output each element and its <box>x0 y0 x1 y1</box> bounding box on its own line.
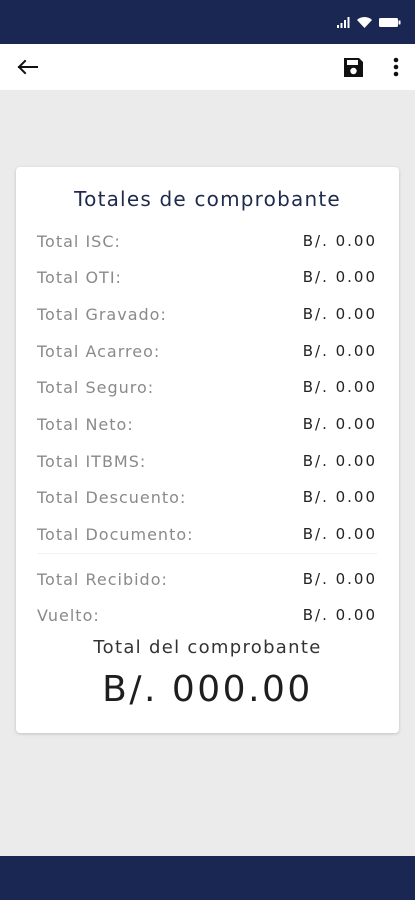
row-total-documento: Total Documento: B/. 0.00 <box>37 523 377 545</box>
row-total-gravado: Total Gravado: B/. 0.00 <box>37 303 377 325</box>
app-bar <box>0 44 415 90</box>
navigation-bar <box>0 856 415 900</box>
row-label: Total ITBMS: <box>37 451 147 471</box>
totals-card: Totales de comprobante Total ISC: B/. 0.… <box>16 167 399 733</box>
status-bar <box>0 0 415 44</box>
row-total-itbms: Total ITBMS: B/. 0.00 <box>37 450 377 472</box>
row-label: Total Neto: <box>37 414 134 434</box>
row-value: B/. 0.00 <box>302 342 377 360</box>
battery-icon <box>379 13 401 32</box>
card-title: Totales de comprobante <box>74 187 341 211</box>
row-value: B/. 0.00 <box>302 415 377 433</box>
status-icons <box>337 14 401 30</box>
row-label: Total OTI: <box>37 267 122 287</box>
row-total-acarreo: Total Acarreo: B/. 0.00 <box>37 340 377 362</box>
row-value: B/. 0.00 <box>302 525 377 543</box>
row-label: Total Descuento: <box>37 487 187 507</box>
row-total-neto: Total Neto: B/. 0.00 <box>37 413 377 435</box>
row-total-isc: Total ISC: B/. 0.00 <box>37 230 377 252</box>
row-value: B/. 0.00 <box>302 606 377 624</box>
floppy-disk-icon[interactable] <box>340 55 366 79</box>
row-value: B/. 0.00 <box>302 452 377 470</box>
arrow-left-icon[interactable] <box>14 55 40 79</box>
row-value: B/. 0.00 <box>302 570 377 588</box>
wifi-icon <box>357 13 372 32</box>
total-value: B/. 000.00 <box>102 669 313 710</box>
row-label: Total Recibido: <box>37 569 168 589</box>
total-label: Total del comprobante <box>93 637 322 658</box>
row-value: B/. 0.00 <box>302 305 377 323</box>
row-total-oti: Total OTI: B/. 0.00 <box>37 266 377 288</box>
row-value: B/. 0.00 <box>302 378 377 396</box>
row-total-seguro: Total Seguro: B/. 0.00 <box>37 376 377 398</box>
more-vertical-icon[interactable] <box>386 55 406 79</box>
row-vuelto: Vuelto: B/. 0.00 <box>37 604 377 626</box>
row-value: B/. 0.00 <box>302 232 377 250</box>
row-value: B/. 0.00 <box>302 268 377 286</box>
row-label: Total Documento: <box>37 524 194 544</box>
row-label: Total ISC: <box>37 231 121 251</box>
row-label: Total Seguro: <box>37 377 155 397</box>
divider <box>37 553 377 554</box>
row-label: Vuelto: <box>37 605 100 625</box>
row-total-descuento: Total Descuento: B/. 0.00 <box>37 486 377 508</box>
row-label: Total Acarreo: <box>37 341 161 361</box>
row-total-recibido: Total Recibido: B/. 0.00 <box>37 568 377 590</box>
row-value: B/. 0.00 <box>302 488 377 506</box>
row-label: Total Gravado: <box>37 304 167 324</box>
signal-icon <box>337 13 350 32</box>
